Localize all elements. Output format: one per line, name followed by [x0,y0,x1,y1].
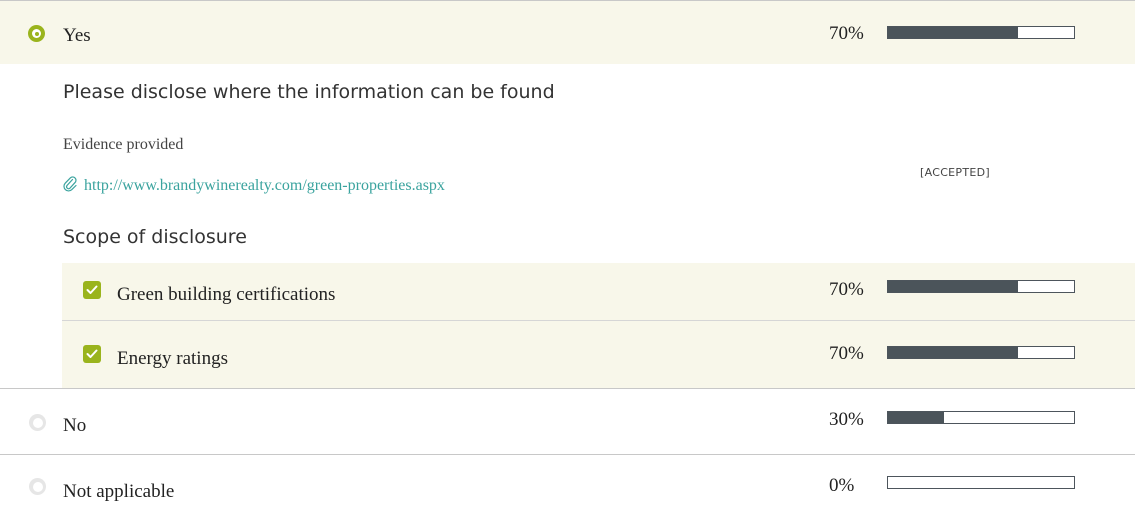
radio-unselected-icon[interactable] [29,478,46,495]
percent-label: 30% [829,409,864,430]
progress-bar [887,476,1075,489]
scope-item-energy-ratings[interactable]: Energy ratings 70% [0,321,1135,388]
evidence-link-text[interactable]: http://www.brandywinerealty.com/green-pr… [84,177,445,194]
radio-selected-icon[interactable] [28,25,45,42]
radio-unselected-icon[interactable] [29,414,46,431]
percent-label: 0% [829,475,855,496]
option-not-applicable-row[interactable]: Not applicable 0% [0,455,1135,517]
progress-fill [888,27,1019,38]
option-yes-row[interactable]: Yes 70% [0,1,1135,64]
scope-item-label: Green building certifications [117,284,336,305]
progress-fill [888,281,1019,292]
evidence-label: Evidence provided [63,136,184,153]
option-label: No [63,415,87,436]
scope-heading: Scope of disclosure [63,226,247,248]
percent-label: 70% [829,279,864,300]
progress-bar [887,346,1075,359]
progress-bar [887,26,1075,39]
disclosure-heading: Please disclose where the information ca… [63,81,555,103]
percent-label: 70% [829,23,864,44]
option-no-row[interactable]: No 30% [0,389,1135,454]
progress-bar [887,411,1075,424]
paperclip-icon [63,176,77,192]
option-label: Yes [63,25,91,46]
evidence-link[interactable]: http://www.brandywinerealty.com/green-pr… [63,176,445,195]
evidence-status: [ACCEPTED] [920,166,990,179]
checkbox-checked-icon[interactable] [83,345,101,363]
scope-item-label: Energy ratings [117,348,228,369]
checkbox-checked-icon[interactable] [83,281,101,299]
option-label: Not applicable [63,481,175,502]
scope-item-green-building[interactable]: Green building certifications 70% [0,263,1135,320]
progress-fill [888,412,944,423]
percent-label: 70% [829,343,864,364]
progress-fill [888,347,1019,358]
progress-bar [887,280,1075,293]
